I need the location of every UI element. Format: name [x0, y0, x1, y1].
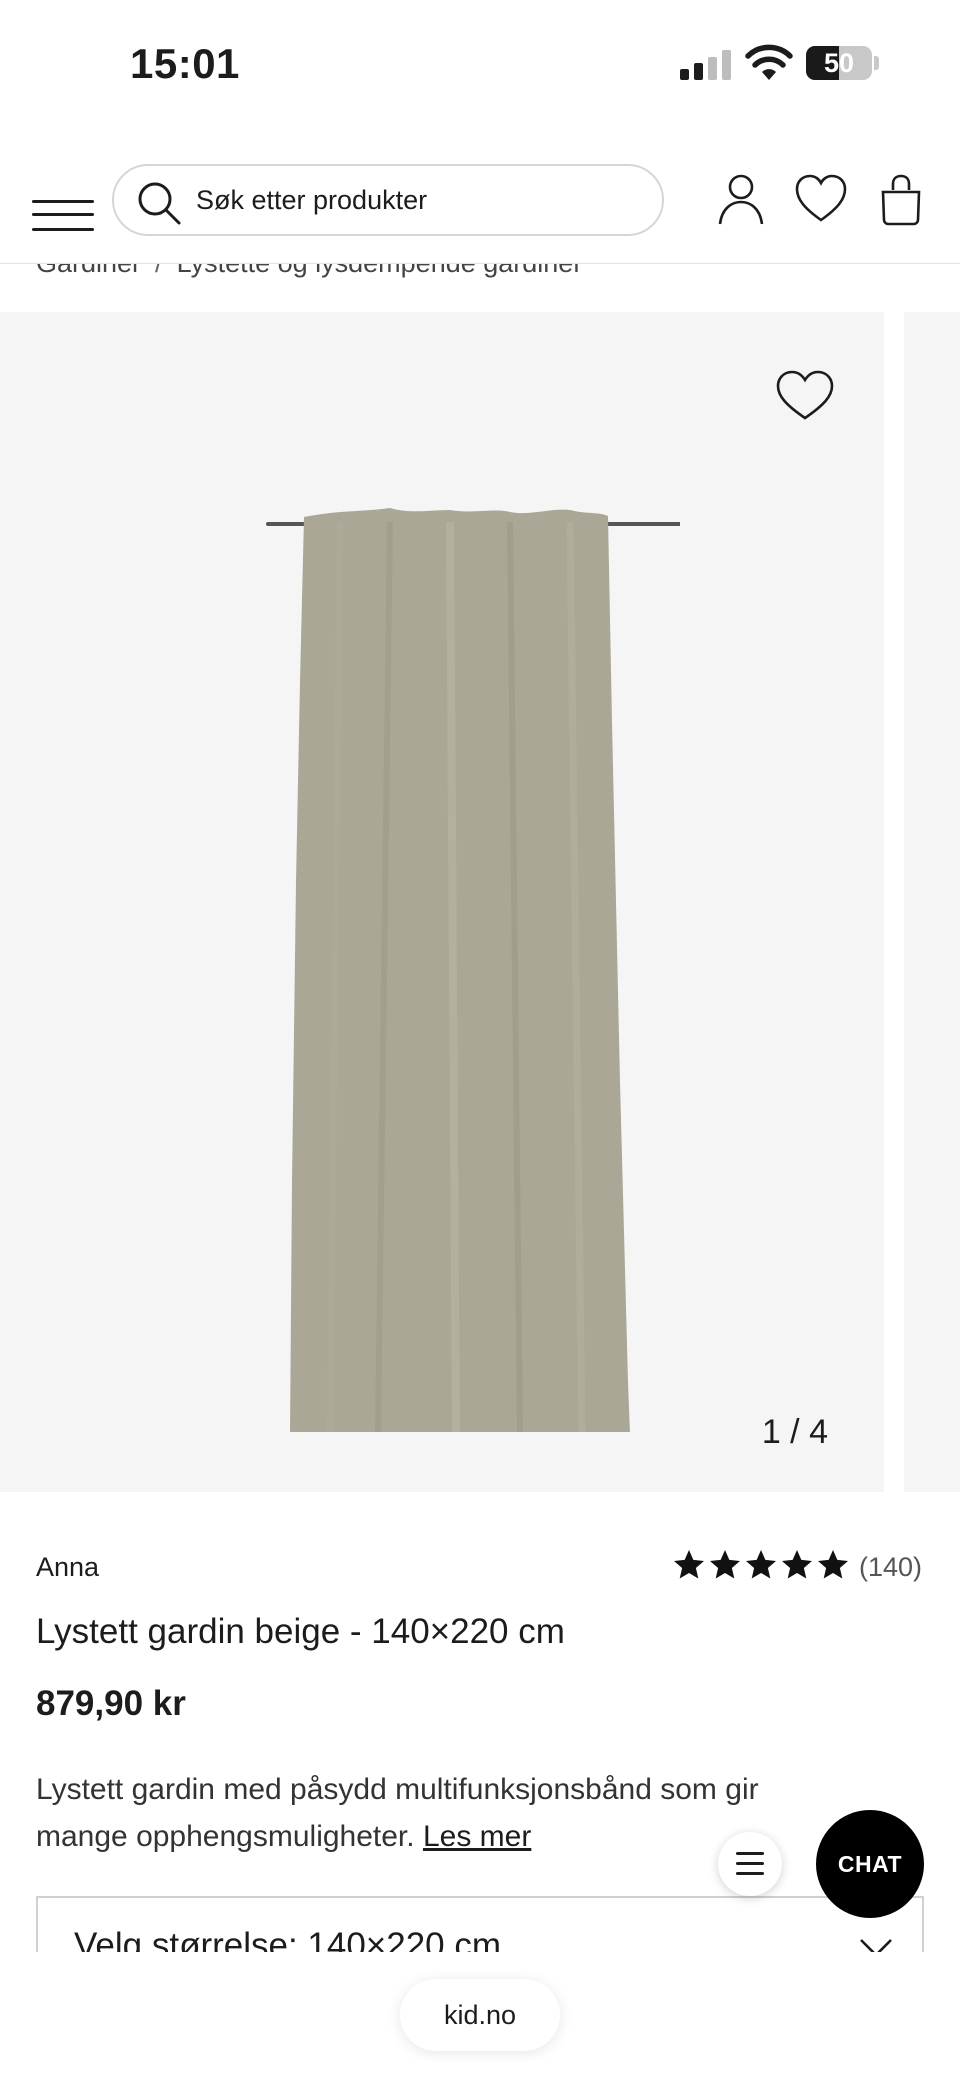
search-input[interactable] — [196, 166, 636, 234]
add-to-wishlist-icon[interactable] — [774, 368, 836, 424]
product-title: Lystett gardin beige - 140×220 cm — [36, 1612, 565, 1651]
read-more-link[interactable]: Les mer — [423, 1820, 531, 1853]
star-icon — [781, 1549, 812, 1578]
account-icon[interactable] — [714, 172, 768, 226]
status-time: 15:01 — [130, 40, 240, 87]
battery-icon: 50 — [806, 46, 872, 80]
product-rating[interactable]: (140) — [671, 1548, 922, 1586]
browser-url-pill[interactable]: kid.no — [400, 1979, 560, 2051]
product-brand[interactable]: Anna — [36, 1552, 99, 1583]
product-gallery[interactable]: 1 / 4 — [0, 312, 884, 1492]
site-header — [0, 160, 960, 264]
wishlist-icon[interactable] — [794, 172, 848, 226]
star-icon — [709, 1549, 740, 1578]
menu-icon[interactable] — [32, 180, 94, 231]
floating-menu-button[interactable] — [718, 1832, 782, 1896]
wifi-icon — [745, 44, 793, 80]
cart-icon[interactable] — [874, 172, 928, 226]
rating-count: (140) — [858, 1551, 922, 1582]
status-bar: 15:01 50 — [0, 0, 960, 130]
battery-level: 50 — [823, 48, 855, 78]
battery-cap — [874, 56, 879, 70]
star-icon — [745, 1549, 776, 1578]
product-image-curtain[interactable] — [210, 382, 680, 1432]
chat-button[interactable]: CHAT — [816, 1810, 924, 1918]
rating-stars — [671, 1547, 851, 1588]
star-icon — [817, 1549, 848, 1578]
search-bar[interactable] — [112, 164, 664, 236]
product-price: 879,90 kr — [36, 1684, 186, 1723]
search-icon — [138, 182, 181, 225]
signal-icon — [680, 50, 732, 80]
description-text: Lystett gardin med påsydd multifunksjons… — [36, 1773, 759, 1853]
star-icon — [673, 1549, 704, 1578]
image-counter: 1 / 4 — [761, 1413, 828, 1451]
next-gallery-image[interactable] — [904, 312, 960, 1492]
